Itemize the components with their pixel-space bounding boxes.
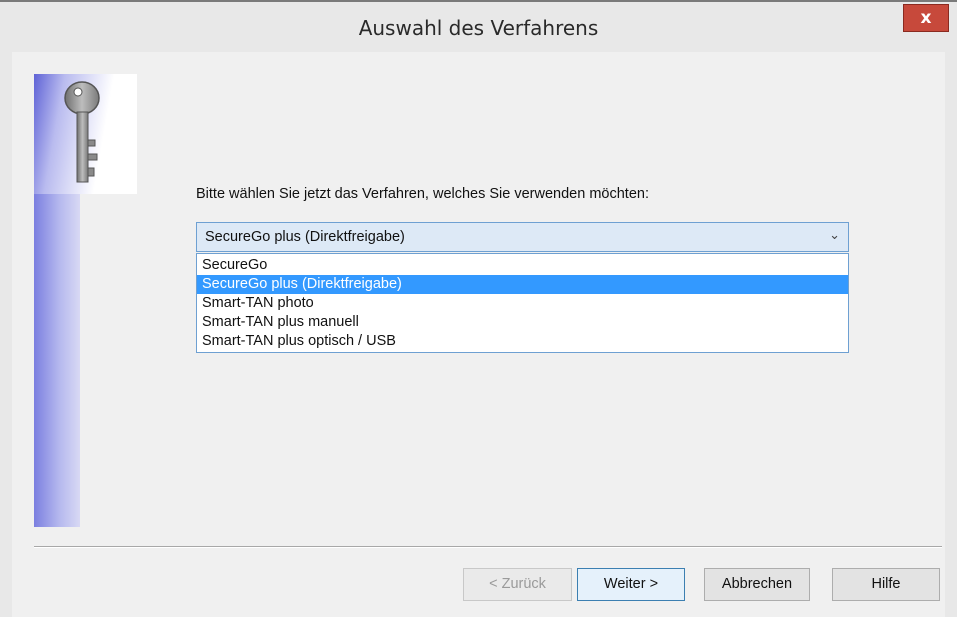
dropdown-option-smart-tan-plus-optisch[interactable]: Smart-TAN plus optisch / USB [197, 332, 848, 351]
dialog-window: Auswahl des Verfahrens x Bitte wählen Si… [0, 0, 957, 617]
close-button[interactable]: x [903, 4, 949, 32]
dropdown-option-smart-tan-photo[interactable]: Smart-TAN photo [197, 294, 848, 313]
dropdown-option-securego[interactable]: SecureGo [197, 256, 848, 275]
method-dropdown-list[interactable]: SecureGo SecureGo plus (Direktfreigabe) … [196, 253, 849, 353]
combobox-selected-value: SecureGo plus (Direktfreigabe) [205, 229, 405, 245]
key-icon [64, 81, 100, 183]
button-area-separator [34, 546, 942, 548]
dialog-content: Bitte wählen Sie jetzt das Verfahren, we… [12, 52, 945, 617]
window-frame-right [945, 52, 957, 617]
help-button[interactable]: Hilfe [832, 568, 940, 601]
next-button[interactable]: Weiter > [577, 568, 685, 601]
chevron-down-icon[interactable]: ⌄ [829, 227, 840, 243]
title-bar[interactable]: Auswahl des Verfahrens x [0, 0, 957, 52]
back-button[interactable]: < Zurück [463, 568, 572, 601]
instruction-text: Bitte wählen Sie jetzt das Verfahren, we… [196, 186, 649, 202]
key-icon-panel [34, 74, 137, 194]
cancel-button[interactable]: Abbrechen [704, 568, 810, 601]
window-frame-left [0, 52, 12, 617]
dropdown-option-smart-tan-plus-manuell[interactable]: Smart-TAN plus manuell [197, 313, 848, 332]
window-title: Auswahl des Verfahrens [358, 16, 599, 40]
method-combobox[interactable]: SecureGo plus (Direktfreigabe) ⌄ [196, 222, 849, 252]
dropdown-option-securego-plus[interactable]: SecureGo plus (Direktfreigabe) [197, 275, 848, 294]
